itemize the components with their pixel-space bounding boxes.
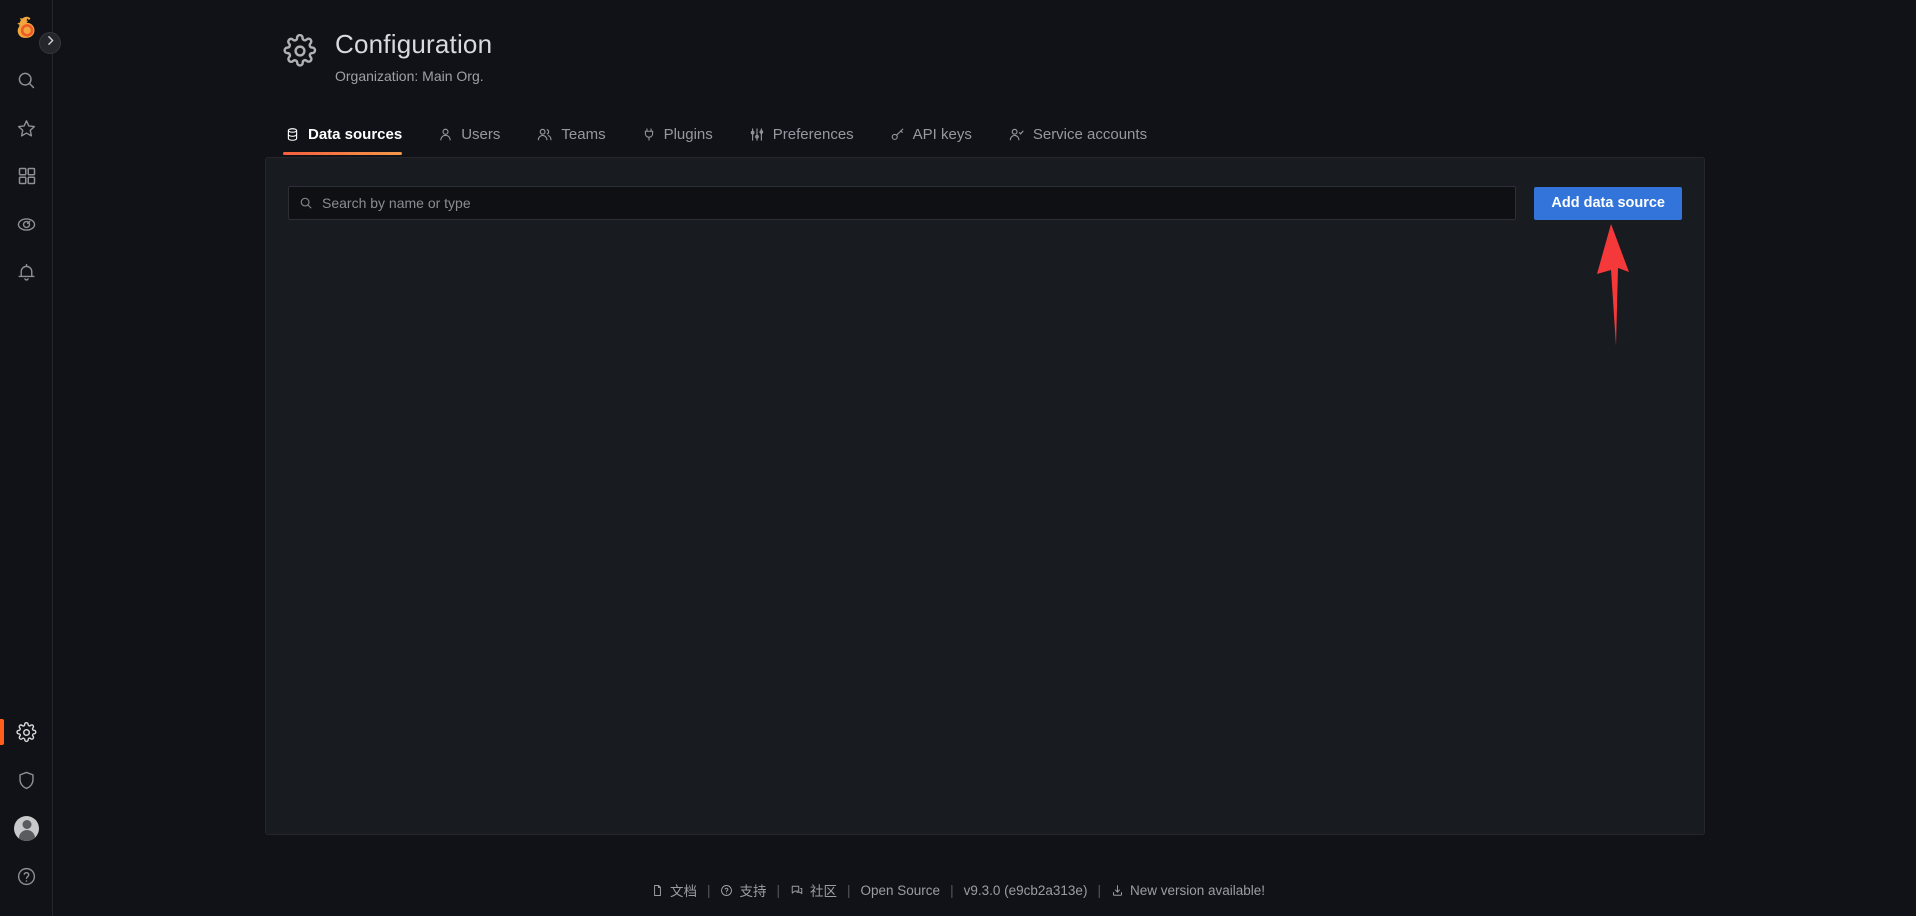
page-subtitle: Organization: Main Org. — [335, 67, 484, 84]
sidebar-item-search[interactable] — [0, 56, 53, 104]
key-icon — [890, 127, 905, 142]
tab-label: Data sources — [308, 126, 403, 143]
tab-data-sources[interactable]: Data sources — [283, 124, 418, 155]
sidebar-item-help[interactable] — [0, 852, 53, 900]
help-circle-icon — [16, 866, 37, 887]
gear-icon — [283, 33, 317, 73]
footer-link-label: Open Source — [860, 882, 941, 898]
page-header-text: Configuration Organization: Main Org. — [335, 29, 493, 84]
footer-link-label: 社区 — [810, 884, 837, 899]
search-input[interactable] — [322, 195, 1506, 211]
footer-link-open-source[interactable]: Open Source — [851, 883, 951, 898]
tab-label: Service accounts — [1032, 126, 1148, 143]
tab-label: Plugins — [663, 126, 713, 143]
tab-service-accounts[interactable]: Service accounts — [1006, 124, 1163, 155]
sidebar-item-server-admin[interactable] — [0, 756, 53, 804]
footer-version: v9.3.0 (e9cb2a313e) — [954, 883, 1098, 898]
footer-link-label: New version available! — [1129, 882, 1266, 898]
tab-label: API keys — [912, 126, 972, 143]
sidebar-item-dashboards[interactable] — [0, 152, 53, 200]
footer-link-new-version[interactable]: New version available! — [1101, 883, 1275, 898]
tab-bar: Data sources Users Teams Plugins Prefere… — [283, 124, 1181, 155]
footer-link-label: 支持 — [739, 884, 767, 899]
tab-api-keys[interactable]: API keys — [888, 124, 988, 155]
compass-icon — [16, 214, 37, 235]
star-icon — [16, 118, 37, 139]
user-icon — [438, 127, 453, 142]
bell-icon — [16, 262, 37, 283]
sidebar-expand-toggle[interactable] — [39, 32, 61, 54]
datasources-toolbar: Add data source — [288, 186, 1682, 220]
gear-icon — [16, 721, 37, 743]
sidebar-item-alerting[interactable] — [0, 248, 53, 296]
page-title: Configuration — [335, 29, 493, 59]
sidebar-bottom-group — [0, 708, 53, 900]
plug-icon — [642, 127, 656, 142]
tab-label: Teams — [561, 126, 606, 143]
dashboards-icon — [17, 166, 37, 186]
tab-label: Users — [461, 126, 501, 143]
avatar-icon — [14, 815, 39, 841]
question-circle-icon — [720, 884, 733, 897]
comments-icon — [790, 884, 804, 897]
footer-version-label: v9.3.0 (e9cb2a313e) — [963, 882, 1088, 898]
database-icon — [285, 127, 300, 142]
sidebar-item-explore[interactable] — [0, 200, 53, 248]
sidebar-item-starred[interactable] — [0, 104, 53, 152]
sidebar-item-configuration[interactable] — [0, 708, 53, 756]
tab-preferences[interactable]: Preferences — [747, 124, 870, 155]
footer: 文档 | 支持 | 社区 | Open Source | v9.3.0 (e9c… — [0, 880, 1916, 900]
add-data-source-button[interactable]: Add data source — [1534, 186, 1682, 220]
sliders-icon — [749, 127, 765, 142]
user-check-icon — [1008, 127, 1025, 142]
document-icon — [651, 884, 664, 897]
sidebar-item-user-profile[interactable] — [0, 804, 53, 852]
footer-link-label: 文档 — [669, 884, 697, 899]
page-header: Configuration Organization: Main Org. — [283, 29, 493, 84]
shield-icon — [16, 770, 37, 791]
tab-users[interactable]: Users — [436, 124, 516, 155]
search-icon — [299, 196, 313, 210]
chevron-right-icon — [44, 34, 57, 52]
tab-plugins[interactable]: Plugins — [640, 124, 729, 155]
footer-link-community[interactable]: 社区 — [780, 880, 847, 900]
data-sources-panel: Add data source — [265, 157, 1705, 835]
footer-link-docs[interactable]: 文档 — [641, 880, 707, 900]
tab-label: Preferences — [772, 126, 854, 143]
tab-teams[interactable]: Teams — [534, 124, 621, 155]
download-icon — [1111, 884, 1124, 897]
search-field-wrapper[interactable] — [288, 186, 1517, 220]
footer-link-support[interactable]: 支持 — [710, 880, 776, 900]
search-icon — [16, 70, 37, 91]
sidebar — [0, 0, 53, 916]
users-icon — [536, 127, 553, 142]
